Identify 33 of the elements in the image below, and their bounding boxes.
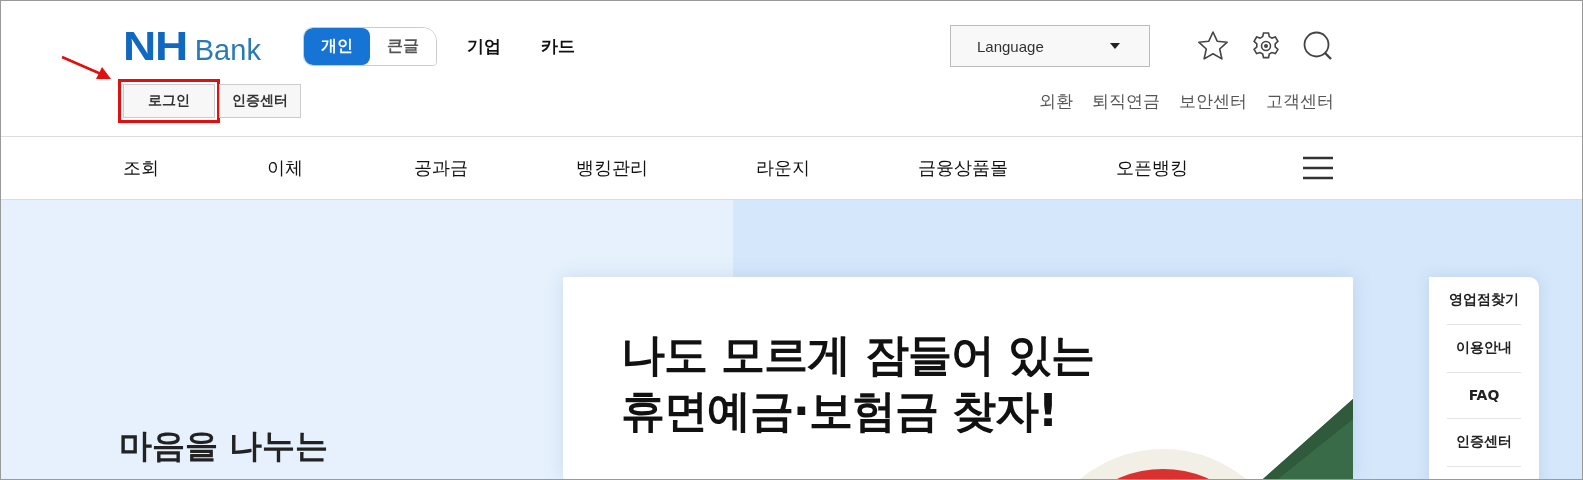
banner-headline: 나도 모르게 잠들어 있는 xyxy=(621,328,1095,382)
utility-link[interactable]: 퇴직연금 xyxy=(1092,89,1160,113)
logo-mark: NH xyxy=(123,23,188,69)
quick-menu-item[interactable]: FAQ xyxy=(1447,373,1521,419)
utility-link[interactable]: 고객센터 xyxy=(1266,89,1334,113)
quick-menu-item[interactable]: 영업점찾기 xyxy=(1447,277,1521,325)
nav-item[interactable]: 뱅킹관리 xyxy=(576,156,648,180)
nav-item[interactable]: 오픈뱅킹 xyxy=(1116,156,1188,180)
utility-link[interactable]: 보안센터 xyxy=(1179,89,1247,113)
quick-menu-item[interactable]: 인증센터 xyxy=(1447,419,1521,467)
arrow-annotation xyxy=(61,54,113,82)
auth-button[interactable]: 로그인 xyxy=(123,84,215,118)
utility-link[interactable]: 외환 xyxy=(1039,89,1073,113)
nav-item[interactable]: 조회 xyxy=(123,156,159,180)
section-link[interactable]: 기업 xyxy=(467,34,501,58)
banner-card[interactable]: 나도 모르게 잠들어 있는 휴면예금·보험금 찾자! xyxy=(563,277,1353,479)
language-select[interactable]: Language xyxy=(950,25,1150,67)
nav-item[interactable]: 이체 xyxy=(267,156,303,180)
hero-heading: 마음을 나누는 xyxy=(119,425,329,467)
nh-bank-logo[interactable]: NH Bank xyxy=(123,23,303,69)
banner-headline: 휴면예금·보험금 찾자! xyxy=(621,384,1059,438)
mode-tab[interactable]: 개인 xyxy=(304,27,370,65)
auth-button[interactable]: 인증센터 xyxy=(219,84,301,118)
nav-item[interactable]: 금융상품몰 xyxy=(918,156,1008,180)
nav-item[interactable]: 라운지 xyxy=(756,156,810,180)
menu-icon[interactable] xyxy=(1302,156,1334,180)
star-icon[interactable] xyxy=(1196,29,1230,63)
search-icon[interactable] xyxy=(1302,30,1334,62)
caret-icon xyxy=(1109,42,1121,50)
quick-menu-item[interactable]: 이용안내 xyxy=(1447,325,1521,373)
logo-name: Bank xyxy=(194,33,261,67)
section-link[interactable]: 카드 xyxy=(541,34,575,58)
nav-item[interactable]: 공과금 xyxy=(414,156,468,180)
